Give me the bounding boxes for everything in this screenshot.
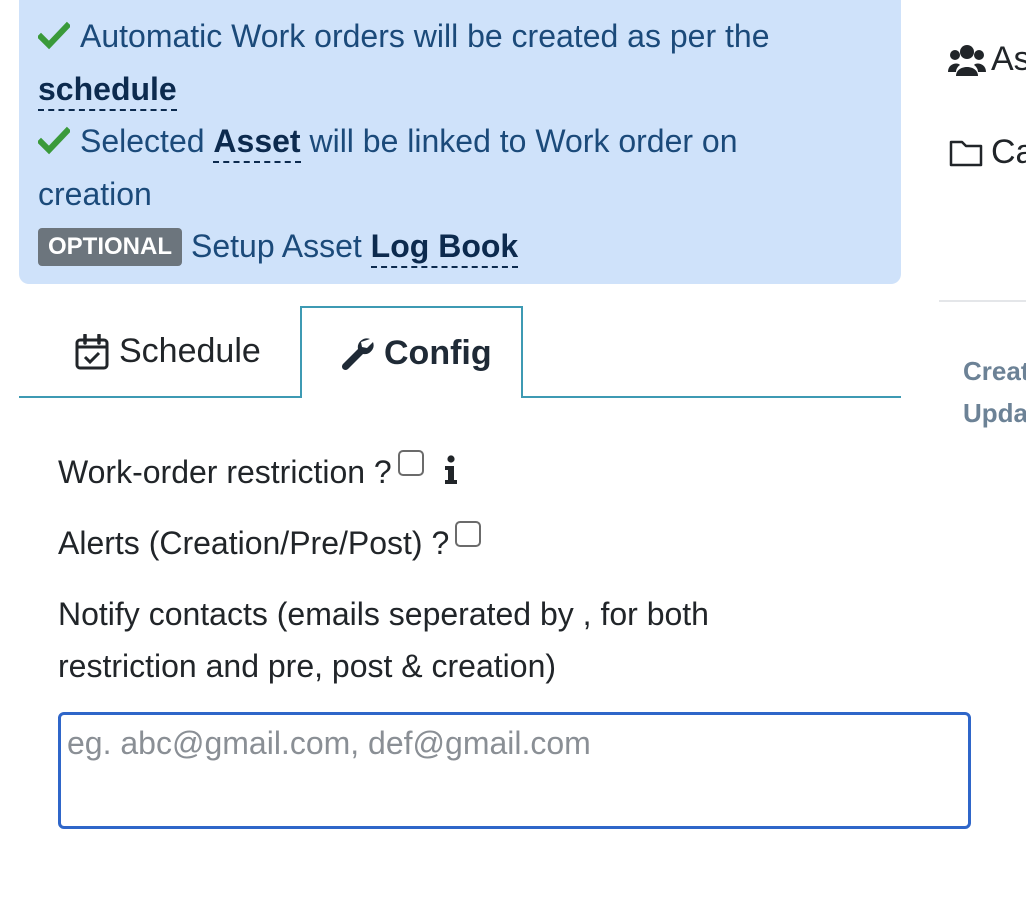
info-line-asset-cont: creation xyxy=(38,168,881,221)
alerts-label: Alerts (Creation/Pre/Post) ? xyxy=(58,525,450,561)
info-alert-box: Automatic Work orders will be created as… xyxy=(19,0,901,284)
schedule-link[interactable]: schedule xyxy=(38,70,177,111)
notify-contacts-input[interactable] xyxy=(58,712,971,829)
updated-meta: Upda xyxy=(963,398,1026,428)
users-icon xyxy=(948,44,986,76)
info-line-schedule: Automatic Work orders will be created as… xyxy=(38,10,881,63)
log-book-link[interactable]: Log Book xyxy=(370,228,519,268)
info-line-asset: Selected Asset will be linked to Work or… xyxy=(38,115,881,168)
alerts-checkbox[interactable] xyxy=(455,521,482,547)
tab-schedule[interactable]: Schedule xyxy=(19,306,301,397)
info-icon[interactable] xyxy=(442,455,460,485)
optional-badge: OPTIONAL xyxy=(38,228,182,266)
wrench-icon xyxy=(341,338,374,371)
alerts-row: Alerts (Creation/Pre/Post) ? xyxy=(58,521,482,562)
tab-schedule-label: Schedule xyxy=(119,332,261,370)
sidebar-item-assignees[interactable]: As xyxy=(948,40,1026,79)
tab-config-label: Config xyxy=(384,333,492,372)
check-icon xyxy=(38,21,70,50)
restriction-label: Work-order restriction ? xyxy=(58,454,392,490)
sidebar-item-assignees-label: As xyxy=(991,40,1026,78)
info-line-schedule-link-row: schedule xyxy=(38,63,881,116)
folder-icon xyxy=(949,140,983,166)
check-icon xyxy=(38,126,70,155)
notify-contacts-label: Notify contacts (emails seperated by , f… xyxy=(58,596,709,684)
restriction-checkbox[interactable] xyxy=(397,450,424,476)
info-line3-text: Setup Asset xyxy=(191,228,362,264)
info-line1-text: Automatic Work orders will be created as… xyxy=(80,18,770,54)
tab-config[interactable]: Config xyxy=(300,306,523,398)
sidebar-item-category[interactable]: Ca xyxy=(948,133,1026,172)
info-line2-post: will be linked to Work order on xyxy=(309,123,738,159)
info-line2-pre: Selected xyxy=(80,123,205,159)
sidebar-item-category-label: Ca xyxy=(991,133,1026,171)
calendar-check-icon xyxy=(75,333,109,369)
created-meta: Creat xyxy=(963,356,1026,386)
restriction-row: Work-order restriction ? xyxy=(58,450,460,491)
info-line-logbook: OPTIONAL Setup Asset Log Book xyxy=(38,220,881,273)
asset-link[interactable]: Asset xyxy=(213,123,301,163)
info-line2-cont: creation xyxy=(38,175,152,212)
sidebar-divider xyxy=(939,300,1026,302)
